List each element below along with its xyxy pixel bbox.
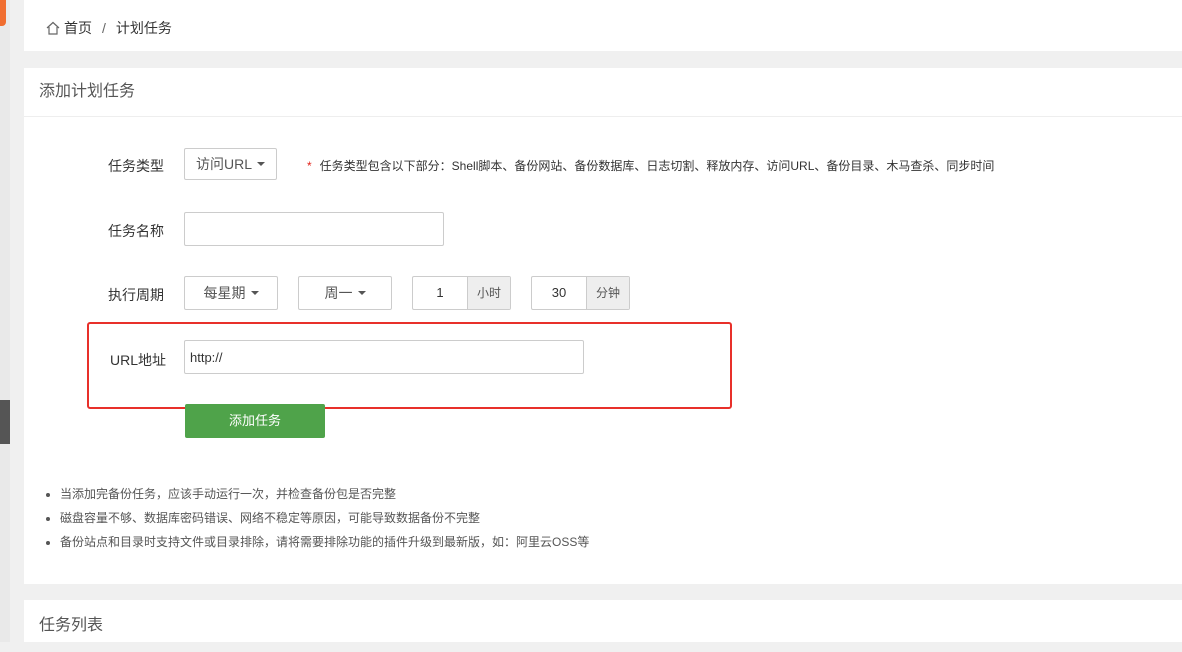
caret-down-icon bbox=[257, 162, 265, 166]
hour-input-group: 1 小时 bbox=[412, 276, 511, 310]
minute-input-group: 30 分钟 bbox=[531, 276, 630, 310]
period-cycle-value: 每星期 bbox=[203, 285, 246, 301]
weekday-select[interactable]: 周一 bbox=[298, 276, 392, 310]
hour-input[interactable]: 1 bbox=[413, 277, 467, 309]
sidebar-badge bbox=[0, 0, 6, 26]
tip-item: 磁盘容量不够、数据库密码错误、网络不稳定等原因，可能导致数据备份不完整 bbox=[60, 506, 589, 530]
sidebar-edge-block bbox=[0, 400, 10, 444]
breadcrumb-home-link[interactable]: 首页 bbox=[64, 18, 92, 38]
period-cycle-select[interactable]: 每星期 bbox=[184, 276, 278, 310]
minute-unit: 分钟 bbox=[586, 277, 629, 309]
caret-down-icon bbox=[250, 291, 259, 295]
task-type-select[interactable]: 访问URL bbox=[184, 148, 277, 180]
tip-item: 备份站点和目录时支持文件或目录排除，请将需要排除功能的插件升级到最新版，如：阿里… bbox=[60, 530, 589, 554]
required-star: * bbox=[307, 159, 312, 173]
task-list-panel: 任务列表 bbox=[24, 600, 1182, 642]
tip-item: 当添加完备份任务，应该手动运行一次，并检查备份包是否完整 bbox=[60, 482, 589, 506]
task-name-label: 任务名称 bbox=[108, 223, 164, 239]
url-label: URL地址 bbox=[110, 352, 167, 368]
tips-list: 当添加完备份任务，应该手动运行一次，并检查备份包是否完整 磁盘容量不够、数据库密… bbox=[44, 482, 589, 554]
period-label: 执行周期 bbox=[108, 287, 164, 303]
minute-input[interactable]: 30 bbox=[532, 277, 586, 309]
url-input[interactable] bbox=[184, 340, 584, 374]
task-name-input[interactable] bbox=[184, 212, 444, 246]
task-list-title: 任务列表 bbox=[39, 617, 104, 634]
add-task-panel: 添加计划任务 任务类型 访问URL * 任务类型包含以下部分：Shell脚本、备份… bbox=[24, 68, 1182, 584]
caret-down-icon bbox=[357, 291, 366, 295]
breadcrumb-bar: 首页 / 计划任务 bbox=[24, 0, 1182, 51]
task-type-note: * 任务类型包含以下部分：Shell脚本、备份网站、备份数据库、日志切割、释放内存… bbox=[307, 157, 994, 174]
task-type-value: 访问URL bbox=[195, 156, 252, 172]
weekday-value: 周一 bbox=[324, 285, 353, 301]
breadcrumb: 首页 / 计划任务 bbox=[46, 18, 172, 38]
hour-unit: 小时 bbox=[467, 277, 510, 309]
task-type-label: 任务类型 bbox=[108, 158, 164, 174]
sidebar-edge bbox=[0, 0, 10, 642]
task-type-note-text: 任务类型包含以下部分：Shell脚本、备份网站、备份数据库、日志切割、释放内存、… bbox=[319, 159, 995, 173]
panel-title: 添加计划任务 bbox=[24, 68, 1182, 117]
breadcrumb-separator: / bbox=[102, 20, 106, 36]
home-icon[interactable] bbox=[46, 21, 60, 35]
breadcrumb-current: 计划任务 bbox=[115, 20, 172, 36]
add-task-button[interactable]: 添加任务 bbox=[185, 404, 325, 438]
